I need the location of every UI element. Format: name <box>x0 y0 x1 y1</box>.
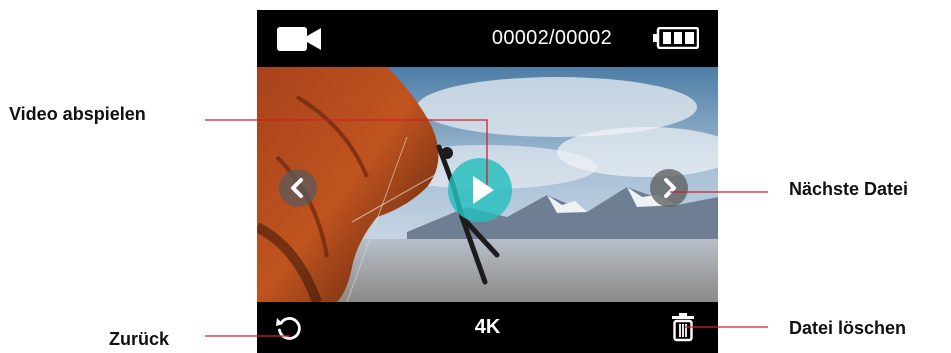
callout-delete-file: Datei löschen <box>789 318 907 338</box>
camera-screen: 00002/00002 4K <box>257 10 718 353</box>
callout-next-file: Nächste Datei <box>789 179 909 199</box>
play-video-button[interactable] <box>448 158 512 222</box>
previous-file-button[interactable] <box>279 169 317 207</box>
callout-back: Zurück <box>109 329 170 349</box>
trash-icon[interactable] <box>671 312 695 342</box>
play-icon <box>473 176 494 204</box>
status-bar: 00002/00002 <box>257 10 718 67</box>
control-bar: 4K <box>257 302 718 353</box>
callout-play-video: Video abspielen <box>9 104 146 124</box>
battery-full-icon <box>653 27 699 49</box>
next-file-button[interactable] <box>650 169 688 207</box>
chevron-left-icon <box>291 178 303 198</box>
resolution-label: 4K <box>474 316 501 338</box>
chevron-right-icon <box>664 178 676 198</box>
file-counter: 00002/00002 <box>491 27 612 49</box>
